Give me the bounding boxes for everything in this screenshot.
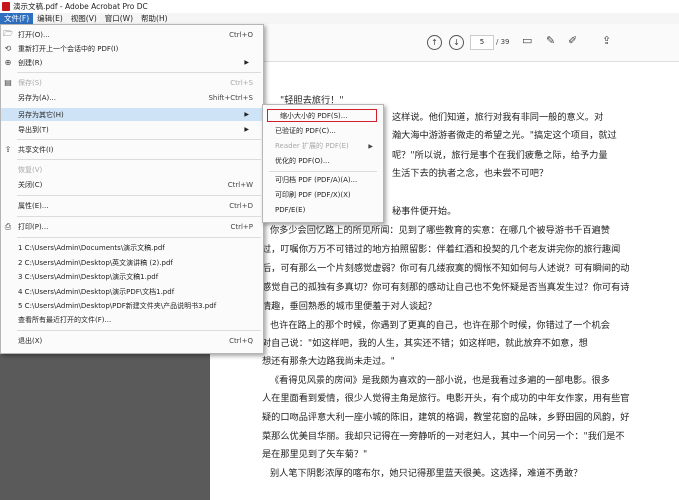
menu-edit[interactable]: 编辑(E) <box>33 13 67 24</box>
doc-line: 瀚大海中游游者微走的希望之光。"搞定这个项目，就过 <box>392 130 617 141</box>
share-icon: ⇪ <box>4 145 12 154</box>
doc-line: 这样说。他们知道，旅行对我有非同一般的意义。对 <box>392 112 604 123</box>
menu-item-recent-5[interactable]: 5 C:\Users\Admin\Desktop\PDF新建文件夹\产品说明书3… <box>1 299 263 312</box>
save-icon: ▤ <box>4 78 12 87</box>
menu-separator <box>269 171 377 172</box>
submenu-item-reduced-size-pdf[interactable]: 缩小大小的 PDF(S)... <box>267 109 377 122</box>
menu-item-revert[interactable]: 恢复(V) <box>1 163 263 176</box>
highlight-icon[interactable]: ✐ <box>568 34 577 47</box>
create-icon: ⊕ <box>4 58 12 67</box>
menu-item-save[interactable]: ▤ 保存(S) Ctrl+S <box>1 76 263 89</box>
save-as-other-submenu: 缩小大小的 PDF(S)... 已验证的 PDF(C)... Reader 扩展… <box>262 104 384 223</box>
menu-file[interactable]: 文件(F) <box>0 13 34 24</box>
doc-line: 别人笔下阴影浓厚的喀布尔，她只记得那里蓝天很美。这选择，难道不勇敢？ <box>270 468 583 479</box>
menu-item-recent-4[interactable]: 4 C:\Users\Admin\Desktop\演示PDF\文档1.pdf <box>1 285 263 298</box>
menu-item-close[interactable]: 关闭(C) Ctrl+W <box>1 178 263 191</box>
menu-separator <box>17 195 261 196</box>
reopen-icon: ⟲ <box>4 44 12 53</box>
doc-line: 后，可有那么一个片刻感觉虚弱？你可有几缕寂寞的惆怅不知如何与人述说？可有瞬间的动 <box>262 263 630 274</box>
menu-item-create[interactable]: ⊕ 创建(R) ▶ <box>1 56 263 69</box>
menu-item-save-as[interactable]: 另存为(A)... Shift+Ctrl+S <box>1 91 263 104</box>
menu-item-view-all-recent[interactable]: 查看所有最近打开的文件(F)... <box>1 313 263 326</box>
menu-window[interactable]: 窗口(W) <box>101 13 137 24</box>
submenu-item-optimized-pdf[interactable]: 优化的 PDF(O)... <box>263 155 383 168</box>
doc-line: 呢？"所以说，旅行是事个在我们疲惫之际，给予力量 <box>392 150 608 161</box>
menu-item-recent-2[interactable]: 2 C:\Users\Admin\Desktop\英文演讲稿 (2).pdf <box>1 256 263 269</box>
doc-line: 你多少会回忆路上的所见所闻：见到了哪些教育的实意：在哪几个被导游书千百遍赞 <box>270 225 610 236</box>
doc-line: 疑的口吻品评意大利一座小城的陈旧，建筑的格调，教堂花窗的品味，乡野田园的风韵，好 <box>262 412 630 423</box>
menu-separator <box>17 72 261 73</box>
acrobat-app-icon <box>2 2 10 11</box>
menu-item-export[interactable]: 导出到(T) ▶ <box>1 123 263 136</box>
doc-line: 是在那里见到了矢车菊？" <box>262 449 368 460</box>
printer-icon: ⎙ <box>4 221 12 231</box>
folder-open-icon: 🗁 <box>3 28 13 38</box>
menu-separator <box>17 216 261 217</box>
menu-help[interactable]: 帮助(H) <box>137 13 172 24</box>
doc-line: 感觉自己的孤独有多真切？你可有刻那的感动让自己也不免怀疑是否当真发生过？你可有诗 <box>262 282 630 293</box>
page-number-input[interactable]: 5 <box>470 35 494 50</box>
submenu-arrow-icon: ▶ <box>244 126 249 133</box>
submenu-item-printable-pdf[interactable]: 可印刷 PDF (PDF/X)(X) <box>263 189 383 202</box>
submenu-arrow-icon: ▶ <box>244 111 249 118</box>
menu-item-share[interactable]: ⇪ 共享文件(I) <box>1 143 263 156</box>
title-bar: 演示文稿.pdf - Adobe Acrobat Pro DC <box>0 0 679 13</box>
share-icon[interactable]: ⇪ <box>602 34 611 47</box>
doc-line: 过，叮嘱你万万不可错过的地方拍照留影：伴着红酒和投契的几个老友讲完你的旅行趣闻 <box>262 244 621 255</box>
menu-separator <box>17 139 261 140</box>
menu-separator <box>17 237 261 238</box>
menu-item-exit[interactable]: 退出(X) Ctrl+Q <box>1 334 263 347</box>
doc-line: 秘事件便开始。 <box>392 206 457 217</box>
menu-item-save-as-other[interactable]: 另存为其它(H) ▶ <box>1 108 263 121</box>
submenu-item-reader-extended-pdf[interactable]: Reader 扩展的 PDF(E) ▶ <box>263 140 383 153</box>
doc-line: 人在里面看到爱情，很少人觉得主角是旅行。电影开头，有个成功的中年女作家，用有些官 <box>262 393 630 404</box>
submenu-item-pdf-e[interactable]: PDF/E(E) <box>263 204 383 217</box>
menu-view[interactable]: 视图(V) <box>67 13 101 24</box>
menu-item-properties[interactable]: 属性(E)... Ctrl+D <box>1 199 263 212</box>
file-menu: 🗁 打开(O)... Ctrl+O ⟲ 重新打开上一个会话中的 PDF(I) ⊕… <box>0 24 264 354</box>
doc-line: 菜那么优美目华丽。我却只记得在一旁静听的一对老妇人，其中一个问另一个："我们是不 <box>262 431 625 442</box>
doc-line: 《看得见风景的房间》是我颇为喜欢的一部小说，也是我看过多遍的一部电影。很多 <box>270 375 610 386</box>
menu-item-recent-1[interactable]: 1 C:\Users\Admin\Documents\演示文稿.pdf <box>1 241 263 254</box>
menu-item-open[interactable]: 🗁 打开(O)... Ctrl+O <box>1 28 263 41</box>
comment-icon[interactable]: ▭ <box>522 34 532 47</box>
submenu-arrow-icon: ▶ <box>368 143 373 150</box>
doc-line: 生活下去的执者之念，也未尝不可吧？ <box>392 168 549 179</box>
menu-item-reopen[interactable]: ⟲ 重新打开上一个会话中的 PDF(I) <box>1 42 263 55</box>
doc-line: 也许在路上的那个时候，你遇到了更真的自己，也许在那个时候，你错过了一个机会 <box>270 320 610 331</box>
menu-item-recent-3[interactable]: 3 C:\Users\Admin\Desktop\演示文稿1.pdf <box>1 270 263 283</box>
doc-line: 对自己说："如这样吧，我的人生，其实还不错；如这样吧，就此放弃不如意，想 <box>262 338 588 349</box>
doc-line: 想还有那条大边路我尚未走过。" <box>262 356 395 367</box>
window-title: 演示文稿.pdf - Adobe Acrobat Pro DC <box>13 2 148 11</box>
pen-icon[interactable]: ✎ <box>546 34 555 47</box>
menu-separator <box>17 159 261 160</box>
submenu-item-certified-pdf[interactable]: 已验证的 PDF(C)... <box>263 125 383 138</box>
doc-line: 情趣，垂回熟悉的城市里便羞于对人谈起？ <box>262 301 437 312</box>
page-down-icon[interactable]: ↓ <box>449 35 464 50</box>
page-up-icon[interactable]: ↑ <box>427 35 442 50</box>
toolbar: ↑ ↓ 5 / 39 ▭ ✎ ✐ ⇪ <box>262 24 679 62</box>
submenu-item-archivable-pdf[interactable]: 可归档 PDF (PDF/A)(A)... <box>263 174 383 187</box>
menu-separator <box>17 330 261 331</box>
submenu-arrow-icon: ▶ <box>244 59 249 66</box>
page-total: / 39 <box>496 38 510 46</box>
menu-item-print[interactable]: ⎙ 打印(P)... Ctrl+P <box>1 220 263 233</box>
